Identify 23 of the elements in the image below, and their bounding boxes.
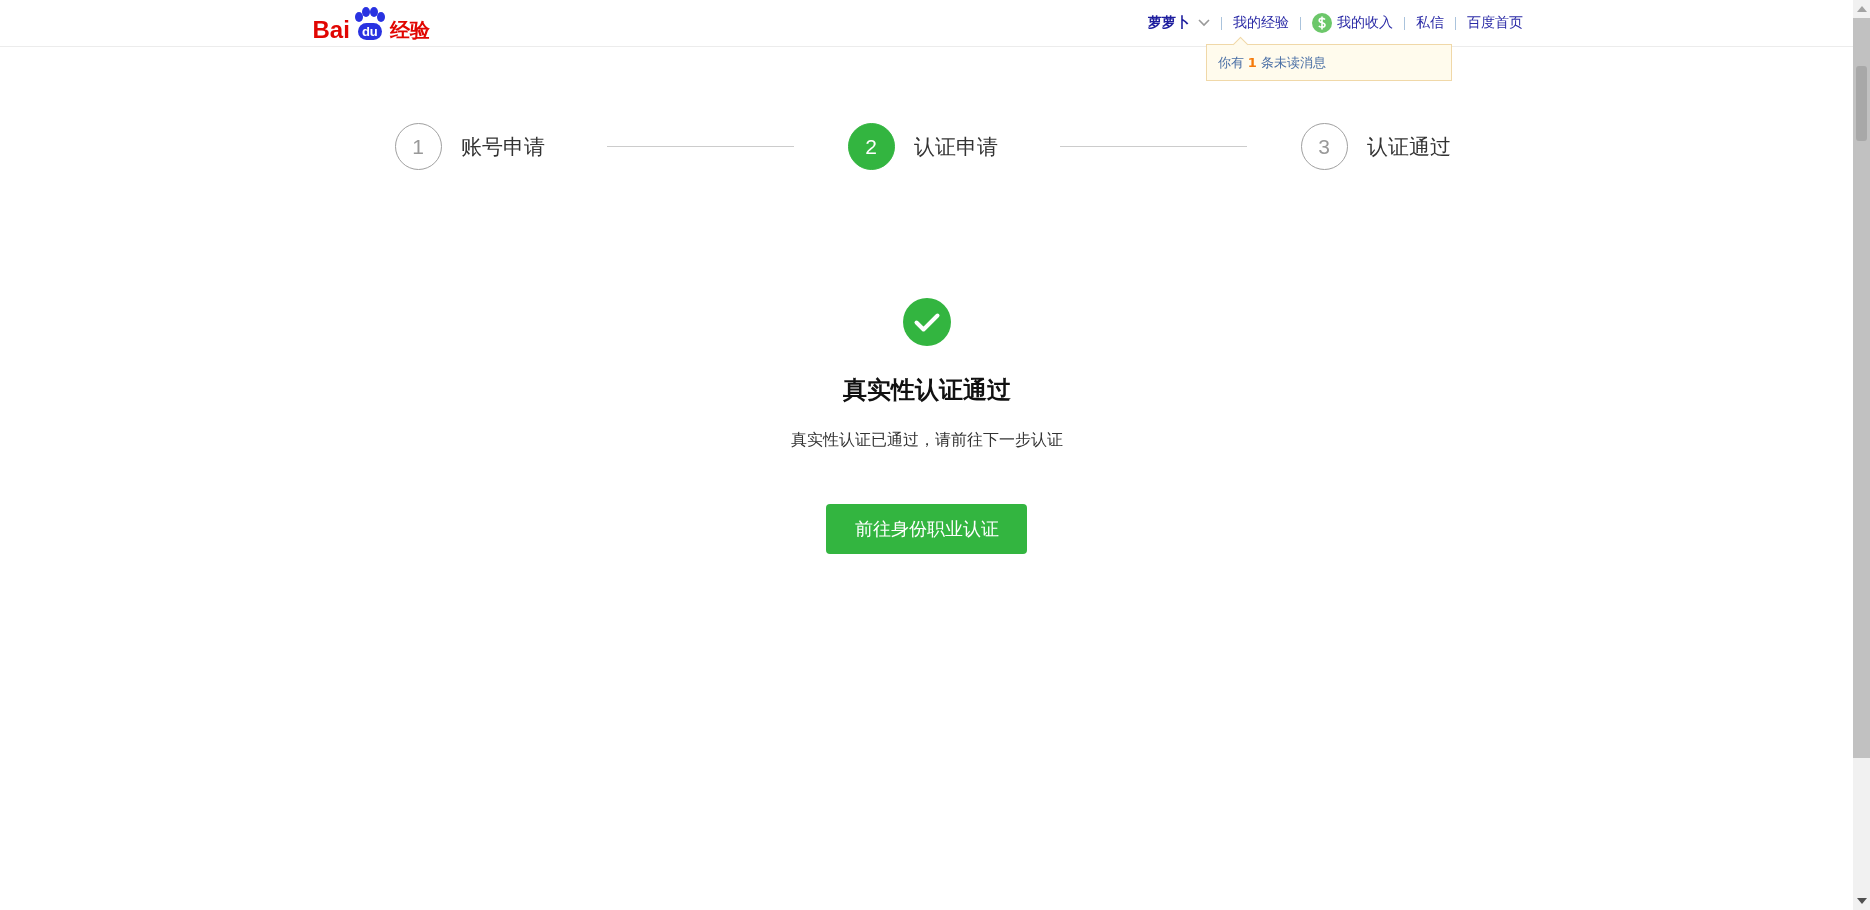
result-title: 真实性认证通过 xyxy=(842,375,1011,406)
chevron-down-icon xyxy=(1197,19,1210,27)
user-menu[interactable]: 萝萝卜 xyxy=(1147,14,1210,32)
nav-link[interactable]: 我的经验 xyxy=(1232,14,1289,32)
check-icon xyxy=(902,298,951,346)
scroll-up-icon[interactable] xyxy=(1856,6,1867,12)
step-label: 账号申请 xyxy=(460,133,545,161)
nav-link[interactable]: 私信 xyxy=(1415,14,1444,32)
logo[interactable]: Bai du 经验 xyxy=(312,3,430,43)
logo-text: 经验 xyxy=(389,18,430,43)
unread-message-text: 你有 1 条未读消息 xyxy=(1217,53,1326,72)
step-number: 2 xyxy=(847,123,895,170)
result-message: 真实性认证已通过，请前往下一步认证 xyxy=(790,430,1063,451)
logo-text: Bai xyxy=(312,17,350,43)
step-label: 认证通过 xyxy=(1366,133,1451,161)
nav-link[interactable]: 百度首页 xyxy=(1466,14,1523,32)
logo-text: du xyxy=(357,23,382,40)
dollar-coin-icon xyxy=(1311,13,1332,33)
step-label: 认证申请 xyxy=(913,133,998,161)
scroll-down-icon[interactable] xyxy=(1856,898,1867,904)
scroll-thumb[interactable] xyxy=(1856,66,1867,141)
scrollbar[interactable] xyxy=(1853,0,1870,910)
nav-link[interactable]: 我的收入 xyxy=(1336,14,1393,32)
